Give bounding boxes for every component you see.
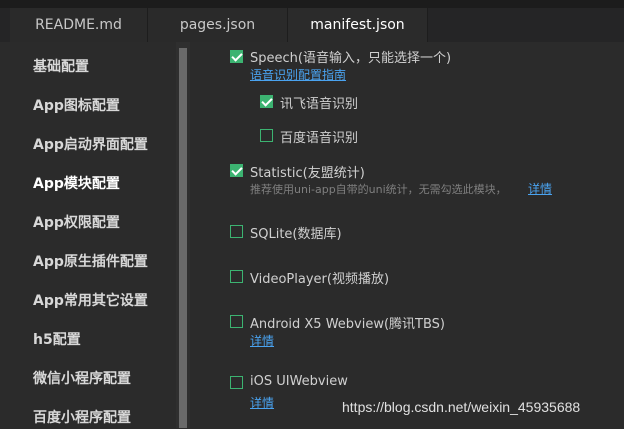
tab-manifest-json[interactable]: manifest.json (288, 8, 428, 42)
sqlite-checkbox[interactable] (230, 225, 243, 238)
x5-webview-details-link[interactable]: 详情 (250, 332, 274, 349)
sidebar-item-app-modules[interactable]: App模块配置 (33, 173, 120, 195)
uiwebview-label: iOS UIWebview (250, 374, 348, 389)
sidebar-item-h5[interactable]: h5配置 (33, 329, 81, 351)
title-strip (0, 0, 624, 8)
sqlite-label: SQLite(数据库) (250, 227, 342, 242)
sidebar-item-app-other-settings[interactable]: App常用其它设置 (33, 290, 148, 312)
videoplayer-label: VideoPlayer(视频播放) (250, 272, 390, 287)
tab-pages-json[interactable]: pages.json (148, 8, 288, 42)
settings-sidebar: 基础配置 App图标配置 App启动界面配置 App模块配置 App权限配置 A… (0, 42, 176, 428)
uiwebview-details-link[interactable]: 详情 (250, 394, 274, 411)
sidebar-item-app-native-plugins[interactable]: App原生插件配置 (33, 251, 148, 273)
sidebar-scrollbar-thumb[interactable] (179, 48, 187, 428)
x5-webview-label: Android X5 Webview(腾讯TBS) (250, 317, 446, 332)
xunfei-label: 讯飞语音识别 (280, 97, 359, 112)
videoplayer-checkbox[interactable] (230, 270, 243, 283)
speech-label: Speech(语音输入，只能选择一个) (250, 51, 452, 66)
tab-readme[interactable]: README.md (10, 8, 148, 42)
sidebar-item-basic[interactable]: 基础配置 (33, 56, 89, 78)
sidebar-item-app-icon[interactable]: App图标配置 (33, 95, 120, 117)
sidebar-item-app-permissions[interactable]: App权限配置 (33, 212, 120, 234)
statistic-details-link[interactable]: 详情 (528, 180, 552, 197)
sidebar-item-app-splash[interactable]: App启动界面配置 (33, 134, 148, 156)
statistic-checkbox[interactable] (230, 164, 243, 177)
baidu-speech-label: 百度语音识别 (280, 131, 359, 146)
speech-guide-link[interactable]: 语音识别配置指南 (250, 66, 346, 83)
xunfei-checkbox[interactable] (260, 95, 273, 108)
tab-bar: README.md pages.json manifest.json (0, 8, 624, 42)
uiwebview-checkbox[interactable] (230, 376, 243, 389)
statistic-description: 推荐使用uni-app自带的uni统计，无需勾选此模块， (250, 183, 507, 196)
baidu-speech-checkbox[interactable] (260, 129, 273, 142)
modules-panel: Speech(语音输入，只能选择一个) 语音识别配置指南 讯飞语音识别 百度语音… (190, 42, 624, 428)
speech-checkbox[interactable] (230, 50, 243, 63)
sidebar-item-weixin-mp[interactable]: 微信小程序配置 (33, 368, 131, 390)
watermark-text: https://blog.csdn.net/weixin_45935688 (342, 399, 581, 415)
sidebar-item-baidu-mp[interactable]: 百度小程序配置 (33, 407, 131, 429)
x5-webview-checkbox[interactable] (230, 315, 243, 328)
statistic-label: Statistic(友盟统计) (250, 166, 365, 181)
